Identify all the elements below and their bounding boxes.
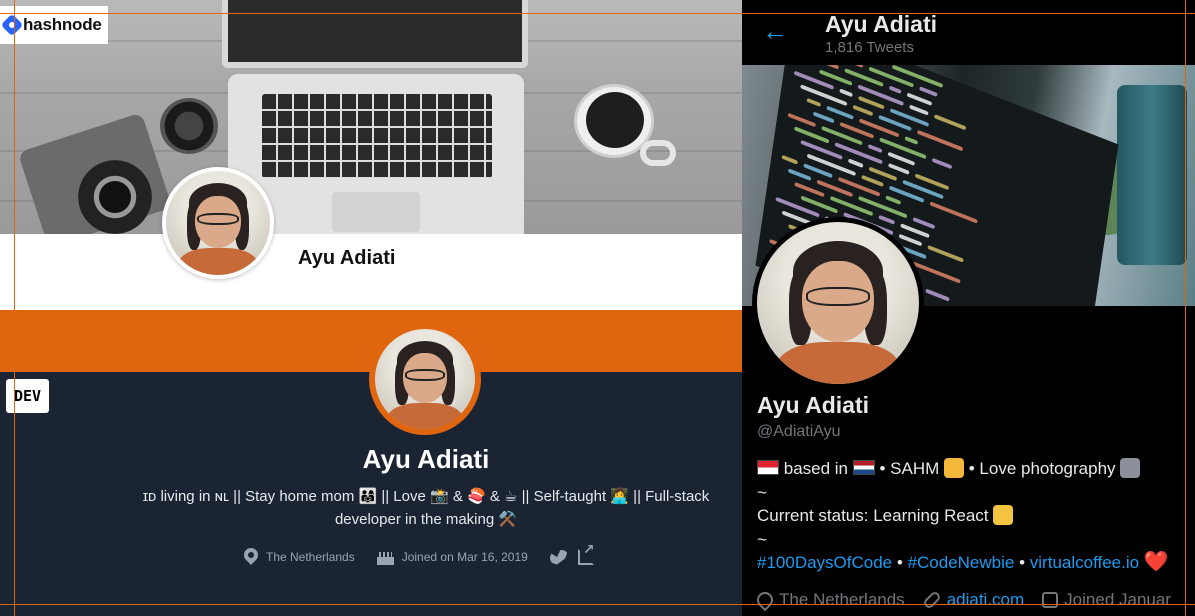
calendar-icon [1042, 592, 1059, 608]
hashnode-profile-name: Ayu Adiati [298, 247, 396, 269]
camera-flash-emoji-icon [1120, 458, 1141, 478]
twitter-joined-text: Joined Januar [1064, 590, 1171, 609]
dev-profile-bio: ɪᴅ living in ɴʟ || Stay home mom 👨‍👩‍👧 |… [110, 485, 742, 531]
twitter-joined: Joined Januar [1042, 590, 1171, 610]
location-pin-icon [753, 588, 777, 612]
dev-profile: DEV Ayu Adiati ɪᴅ living in ɴʟ || Stay h… [0, 310, 742, 616]
dev-joined-text: Joined on Mar 16, 2019 [401, 550, 528, 564]
twitter-header-title: Ayu Adiati [825, 11, 938, 37]
location-pin-icon [244, 548, 258, 566]
twitter-header: ← Ayu Adiati 1,816 Tweets [742, 0, 1195, 65]
bio-status: Current status: Learning React [757, 506, 989, 526]
twitter-website[interactable]: adiati.com [921, 590, 1024, 610]
bio-tilde-2: ~ [757, 529, 767, 549]
twitter-bio: based in • SAHM • Love photography ~ Cur… [757, 457, 1189, 575]
hashnode-profile: hashnode Ayu Adiati [0, 0, 742, 310]
hashtag-100daysofcode[interactable]: #100DaysOfCode [757, 553, 892, 572]
technologist-emoji-icon [993, 505, 1014, 526]
twitter-location-text: The Netherlands [779, 590, 905, 609]
virtualcoffee-link[interactable]: virtualcoffee.io [1030, 553, 1139, 572]
external-link-icon[interactable] [577, 541, 595, 565]
twitter-location: The Netherlands [753, 588, 905, 612]
guide-line [14, 0, 15, 616]
hashnode-avatar[interactable] [162, 167, 274, 279]
family-emoji-icon [944, 458, 965, 478]
guide-line [0, 13, 1195, 14]
twitter-handle: @AdiatiAyu [757, 423, 841, 440]
bio-sahm: • SAHM [879, 459, 940, 478]
cake-icon [376, 549, 394, 565]
dev-bio-line-2: developer in the making ⚒️ [334, 511, 518, 528]
dev-logo[interactable]: DEV [6, 379, 49, 413]
twitter-avatar[interactable] [752, 217, 924, 389]
twitter-tweet-count: 1,816 Tweets [825, 39, 914, 56]
bio-photography: • Love photography [968, 459, 1116, 478]
hashnode-logo-icon [0, 13, 24, 37]
twitter-profile-name: Ayu Adiati [757, 392, 870, 418]
hashtag-codenewbie[interactable]: #CodeNewbie [908, 553, 1015, 572]
heart-icon: ❤️ [1143, 551, 1169, 574]
comparison-screenshot: hashnode Ayu Adiati DEV Ayu Adiati ɪᴅ li… [0, 0, 1195, 616]
bio-separator: • [896, 553, 903, 573]
hashnode-cover-image [0, 0, 742, 234]
bio-based-in: based in [783, 459, 849, 478]
twitter-profile: ← Ayu Adiati 1,816 Tweets Ayu Adiati @Ad… [742, 0, 1195, 616]
bio-tilde-1: ~ [757, 482, 767, 502]
dev-joined: Joined on Mar 16, 2019 [376, 549, 528, 565]
hashnode-logo-text: hashnode [23, 15, 102, 34]
dev-bio-line-1: ɪᴅ living in ɴʟ || Stay home mom 👨‍👩‍👧 |… [142, 488, 710, 505]
link-icon [921, 590, 942, 610]
guide-line [1185, 0, 1186, 616]
dev-profile-meta: The Netherlands Joined on Mar 16, 2019 [244, 541, 595, 566]
back-arrow-icon[interactable]: ← [762, 16, 788, 47]
indonesia-flag-icon [757, 460, 779, 475]
guide-line [0, 604, 1195, 605]
twitter-website-link[interactable]: adiati.com [947, 590, 1024, 610]
twitter-profile-meta: The Netherlands adiati.com Joined Januar [753, 588, 1171, 612]
dev-avatar[interactable] [369, 323, 481, 435]
netherlands-flag-icon [852, 460, 875, 475]
dev-location: The Netherlands [244, 548, 355, 566]
twitter-icon[interactable] [549, 549, 568, 565]
dev-location-text: The Netherlands [266, 550, 355, 564]
dev-profile-name: Ayu Adiati [362, 444, 490, 474]
bio-separator: • [1019, 553, 1026, 573]
hashnode-logo[interactable]: hashnode [0, 6, 108, 44]
